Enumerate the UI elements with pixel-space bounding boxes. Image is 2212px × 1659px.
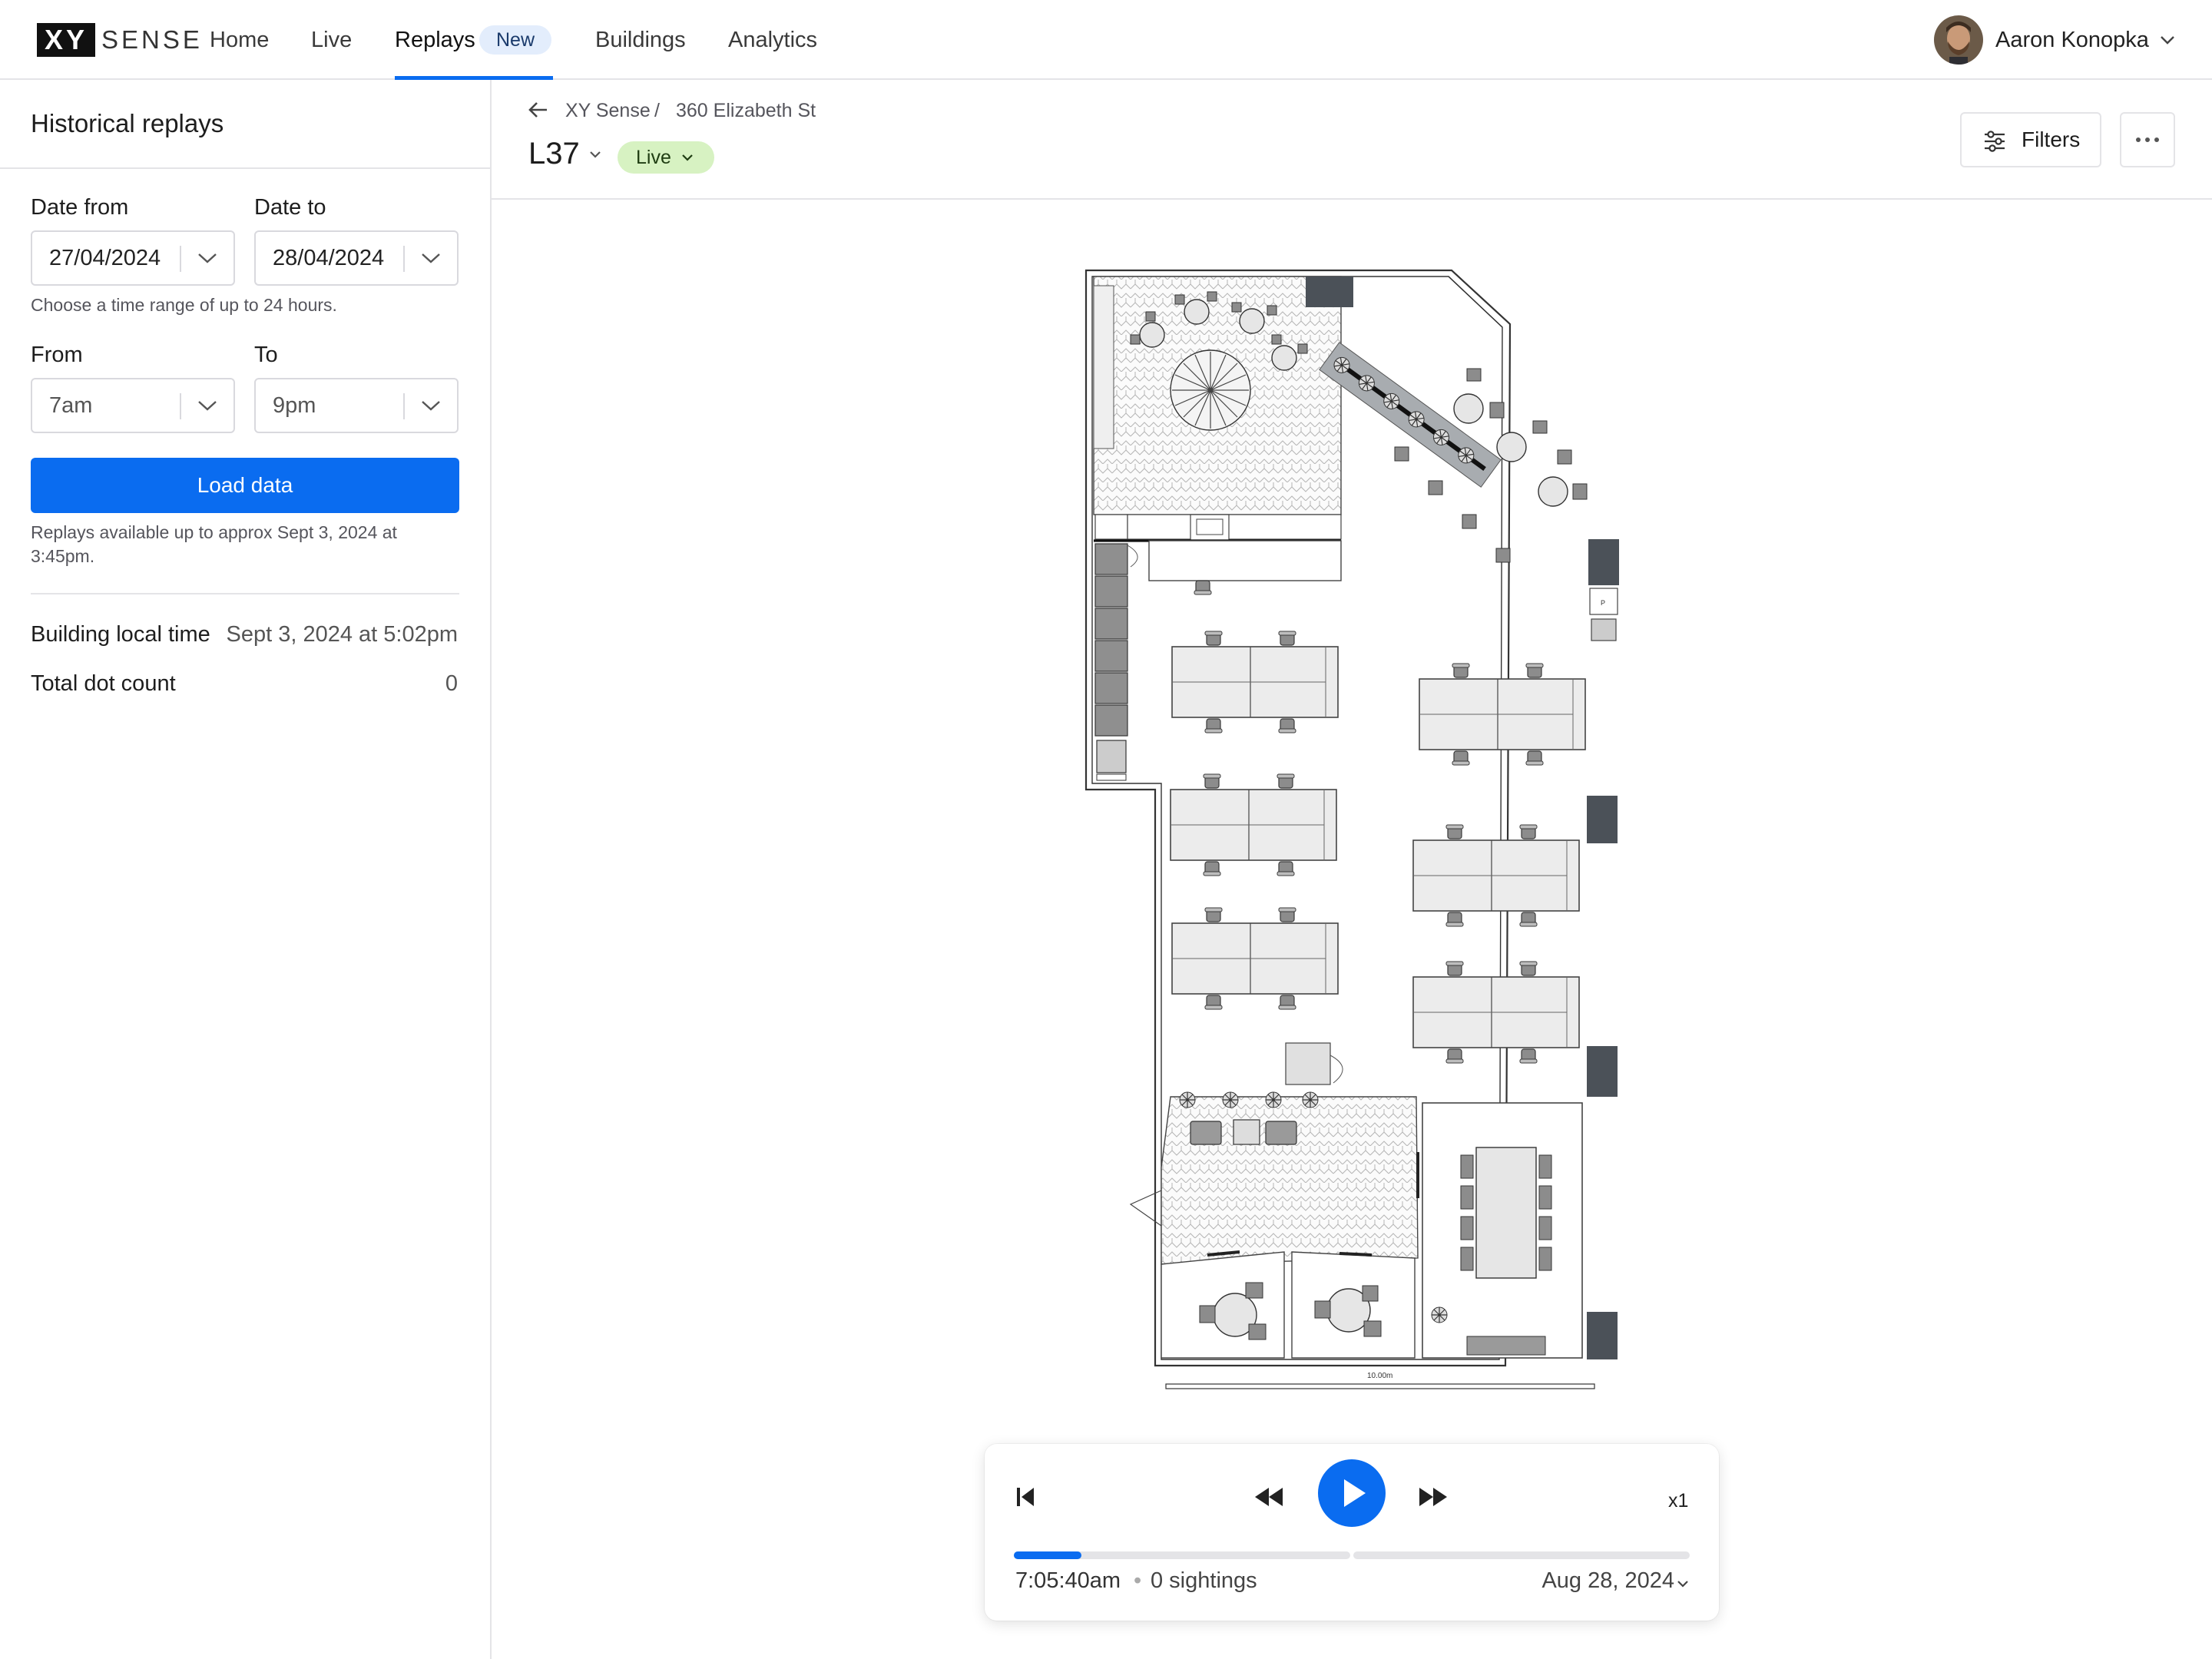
- from-time-label: From: [31, 343, 83, 367]
- separator-dot: •: [1134, 1568, 1142, 1593]
- from-time-value: 7am: [49, 393, 93, 418]
- chevron-down-icon: [682, 154, 693, 161]
- live-status-dropdown[interactable]: Live: [618, 141, 714, 174]
- play-icon: [1344, 1479, 1366, 1507]
- chevron-down-icon: [2161, 36, 2174, 45]
- replay-sidebar: Historical replays Date from 27/04/2024 …: [0, 80, 492, 1659]
- filters-button[interactable]: Filters: [1960, 112, 2101, 167]
- back-arrow-icon[interactable]: [527, 98, 550, 121]
- chevron-down-icon: [422, 401, 440, 411]
- divider: [31, 593, 459, 594]
- more-options-button[interactable]: [2120, 112, 2175, 167]
- to-time-select[interactable]: 9pm: [254, 378, 459, 433]
- from-time-select[interactable]: 7am: [31, 378, 235, 433]
- date-to-value: 28/04/2024: [273, 246, 385, 270]
- breadcrumb-building[interactable]: 360 Elizabeth St: [676, 100, 816, 122]
- floor-header: XY Sense / 360 Elizabeth St L37 Live Fil…: [492, 80, 2212, 200]
- date-to-select[interactable]: 28/04/2024: [254, 230, 459, 286]
- replay-date-selector[interactable]: Aug 28, 2024: [1541, 1568, 1674, 1594]
- timeline-track-remaining[interactable]: [1353, 1551, 1690, 1559]
- to-time-label: To: [254, 343, 278, 367]
- local-time-value: Sept 3, 2024 at 5:02pm: [226, 622, 459, 647]
- fast-forward-icon[interactable]: [1418, 1485, 1449, 1508]
- xysense-logo[interactable]: XY SENSE: [37, 23, 203, 57]
- breadcrumb-organisation[interactable]: XY Sense: [565, 100, 651, 122]
- replay-player: x1 7:05:40am • 0 sightings Aug 28, 2024: [985, 1444, 1719, 1621]
- date-from-select[interactable]: 27/04/2024: [31, 230, 235, 286]
- chevron-down-icon[interactable]: [1676, 1579, 1690, 1590]
- logo-mark: XY: [37, 23, 96, 57]
- dot-count-value: 0: [445, 671, 458, 696]
- plan-marker-label: P: [1601, 599, 1605, 607]
- more-horizontal-icon: [2136, 137, 2159, 142]
- sliders-icon: [1985, 131, 2005, 152]
- date-from-label: Date from: [31, 195, 129, 220]
- availability-note-line2: 3:45pm.: [31, 546, 95, 566]
- chevron-down-icon: [422, 253, 440, 263]
- nav-home[interactable]: Home: [210, 0, 269, 80]
- sightings-count: 0 sightings: [1151, 1568, 1257, 1593]
- range-hint: Choose a time range of up to 24 hours.: [31, 295, 337, 315]
- top-navigation: XY SENSE Home Live Replays New Buildings…: [0, 0, 2212, 80]
- chevron-down-icon: [198, 401, 217, 411]
- avatar: [1934, 15, 1983, 65]
- date-to-label: Date to: [254, 195, 326, 220]
- timeline-track[interactable]: [1014, 1551, 1350, 1559]
- date-from-value: 27/04/2024: [49, 246, 161, 270]
- timeline-progress: [1014, 1551, 1081, 1559]
- user-menu[interactable]: Aaron Konopka: [1934, 15, 2175, 65]
- floor-selector[interactable]: L37: [528, 137, 580, 171]
- current-time: 7:05:40am: [1015, 1568, 1121, 1593]
- to-time-value: 9pm: [273, 393, 316, 418]
- live-status-label: Live: [636, 147, 671, 168]
- filters-label: Filters: [2022, 127, 2081, 151]
- nav-buildings[interactable]: Buildings: [595, 0, 686, 80]
- sidebar-title: Historical replays: [31, 109, 224, 137]
- nav-analytics[interactable]: Analytics: [728, 0, 817, 80]
- rewind-icon[interactable]: [1253, 1485, 1284, 1508]
- logo-text: SENSE: [101, 25, 203, 54]
- nav-live[interactable]: Live: [311, 0, 352, 80]
- chevron-down-icon: [198, 253, 217, 263]
- local-time-label: Building local time: [31, 622, 210, 647]
- floor-plan[interactable]: P 10.00m: [1075, 261, 1644, 1398]
- new-badge: New: [479, 25, 551, 55]
- dot-count-label: Total dot count: [31, 671, 176, 696]
- load-data-button[interactable]: Load data: [31, 458, 459, 513]
- user-name: Aaron Konopka: [1995, 27, 2149, 52]
- divider: [0, 167, 490, 169]
- scale-label: 10.00m: [1367, 1372, 1392, 1380]
- chevron-down-icon[interactable]: [588, 149, 602, 160]
- nav-replays[interactable]: Replays: [395, 0, 475, 80]
- breadcrumb-separator: /: [654, 100, 660, 121]
- skip-to-start-icon[interactable]: [1015, 1485, 1035, 1508]
- playback-speed[interactable]: x1: [1668, 1490, 1688, 1512]
- play-button[interactable]: [1318, 1459, 1386, 1527]
- availability-note-line1: Replays available up to approx Sept 3, 2…: [31, 522, 397, 542]
